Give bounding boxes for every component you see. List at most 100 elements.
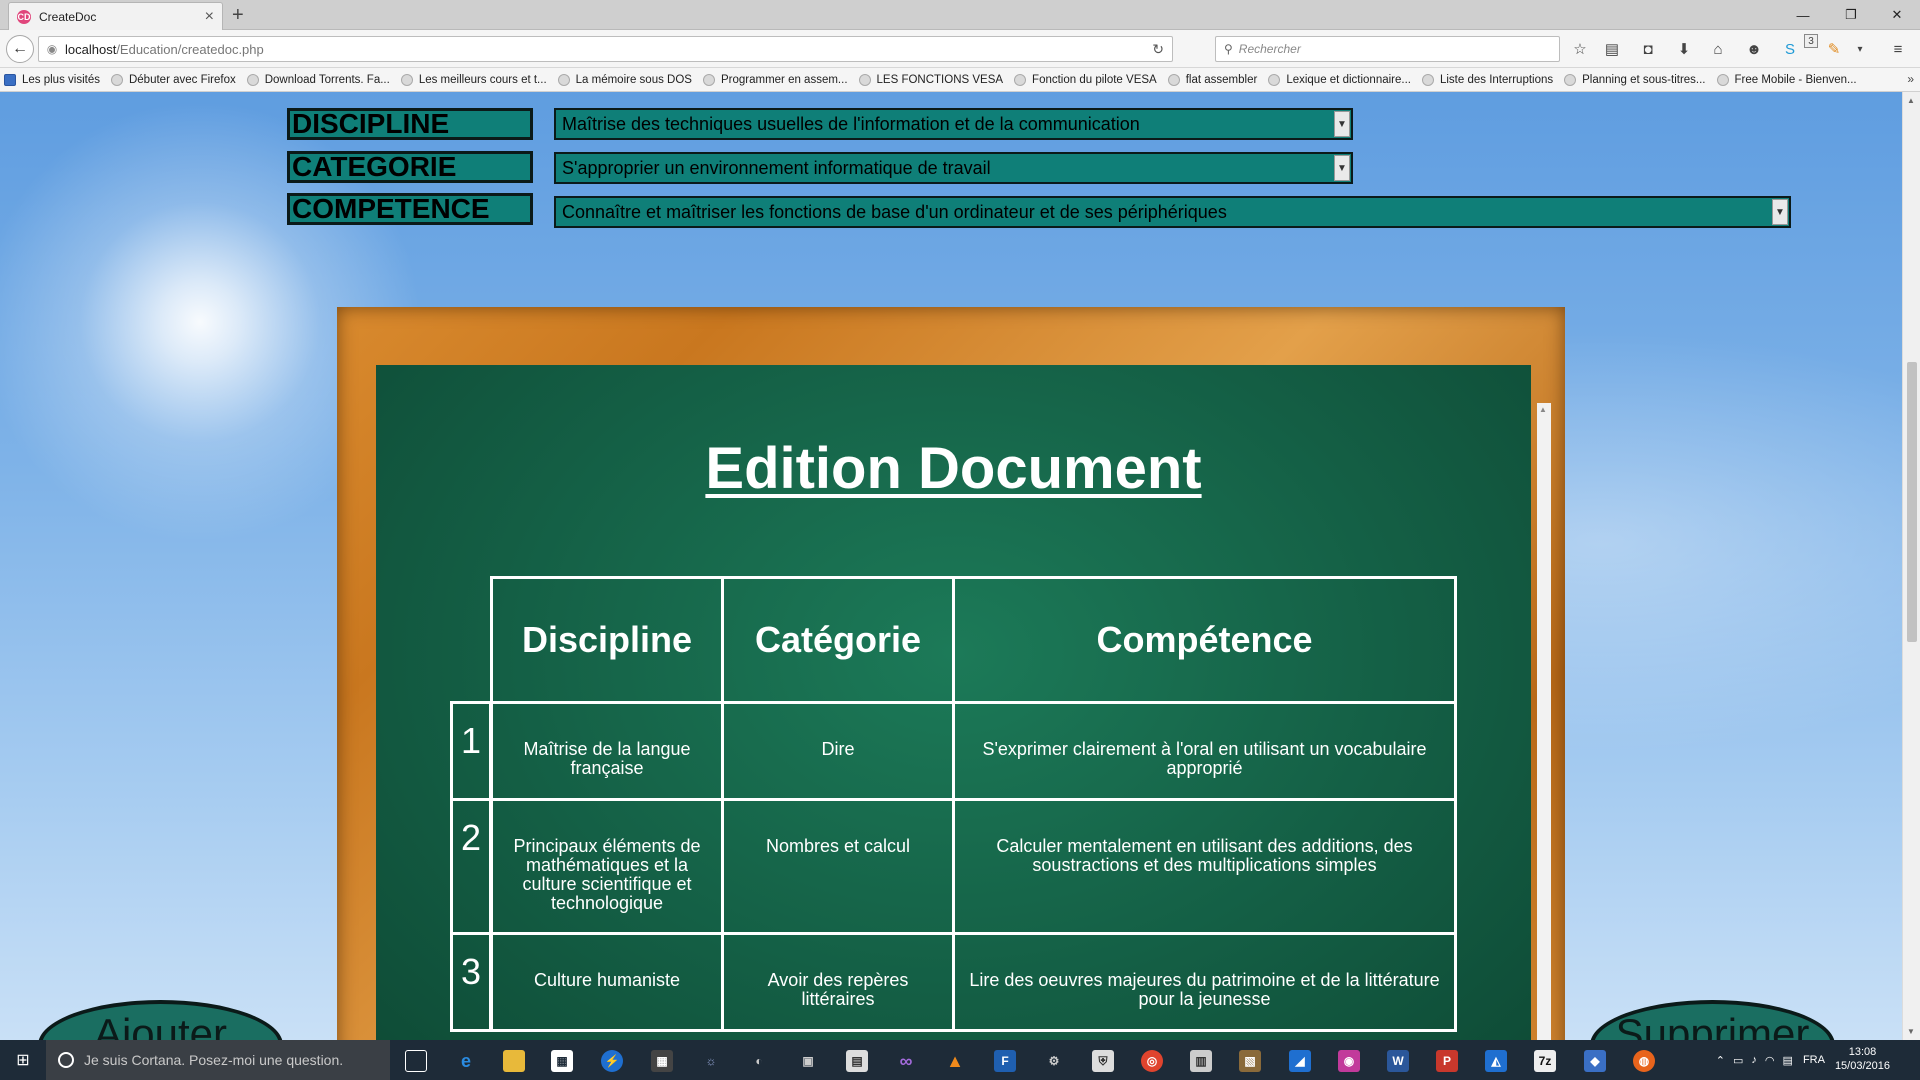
back-button[interactable]: ← — [6, 35, 34, 63]
bookmark-item[interactable]: La mémoire sous DOS — [557, 73, 692, 86]
minimize-window-button[interactable]: — — [1780, 0, 1826, 30]
show-hidden-icons-icon[interactable]: ⌃ — [1716, 1054, 1725, 1067]
bookmark-label: La mémoire sous DOS — [575, 73, 692, 86]
action-center-icon[interactable]: ▤ — [1783, 1054, 1793, 1067]
firefox-icon[interactable]: ◍ — [1633, 1050, 1655, 1072]
categorie-select[interactable]: S'approprier un environnement informatiq… — [554, 152, 1353, 184]
bookmark-item[interactable]: LES FONCTIONS VESA — [858, 73, 1004, 86]
app-icon[interactable]: ⚙ — [1043, 1050, 1065, 1072]
scroll-down-icon[interactable]: ▼ — [1907, 1027, 1915, 1036]
bookmark-item[interactable]: flat assembler — [1167, 73, 1257, 86]
bookmark-item[interactable]: Download Torrents. Fa... — [246, 73, 390, 86]
globe-icon — [1014, 73, 1027, 86]
page-scrollbar[interactable]: ▲ ▼ — [1902, 92, 1920, 1040]
chrome-icon[interactable]: ◎ — [1141, 1050, 1163, 1072]
search-icon: ⚲ — [1224, 42, 1233, 56]
app-icon[interactable]: ◆ — [1584, 1050, 1606, 1072]
navigation-bar: ← ◉ localhost/Education/createdoc.php ↻ … — [0, 30, 1920, 68]
bookmark-label: Débuter avec Firefox — [128, 73, 236, 86]
language-indicator[interactable]: FRA — [1803, 1054, 1825, 1066]
app-icon[interactable]: ⛨ — [1092, 1050, 1114, 1072]
visual-studio-icon[interactable]: ∞ — [895, 1050, 917, 1072]
extension-icon[interactable]: ✎ — [1824, 39, 1844, 59]
app-icon[interactable]: P — [1436, 1050, 1458, 1072]
bookmark-item[interactable]: Programmer en assem... — [702, 73, 848, 86]
7zip-icon[interactable]: 7z — [1534, 1050, 1556, 1072]
store-icon[interactable]: ▦ — [551, 1050, 573, 1072]
discipline-label: DISCIPLINE — [287, 108, 533, 140]
app-icon[interactable]: ⚡ — [601, 1050, 623, 1072]
reading-list-icon[interactable]: ▤ — [1602, 39, 1622, 59]
pocket-icon[interactable]: ◘ — [1638, 39, 1658, 59]
windows-taskbar: ⊞ Je suis Cortana. Posez-moi une questio… — [0, 1040, 1920, 1080]
bookmark-item[interactable]: Débuter avec Firefox — [110, 73, 236, 86]
app-icon[interactable]: ☼ — [700, 1050, 722, 1072]
bookmark-label: LES FONCTIONS VESA — [876, 73, 1004, 86]
app-icon[interactable]: ▥ — [1190, 1050, 1212, 1072]
bookmark-item[interactable]: Planning et sous-titres... — [1564, 73, 1706, 86]
globe-icon — [400, 73, 413, 86]
search-input[interactable]: ⚲ Rechercher — [1215, 36, 1560, 62]
address-bar[interactable]: ◉ localhost/Education/createdoc.php ↻ — [38, 36, 1173, 62]
tab-createdoc[interactable]: CD CreateDoc × — [8, 2, 223, 30]
app-icon[interactable]: ◭ — [1485, 1050, 1507, 1072]
app-icon[interactable]: ▣ — [797, 1050, 819, 1072]
vlc-icon[interactable]: ▲ — [944, 1050, 966, 1072]
chevron-down-icon[interactable]: ▾ — [1850, 39, 1870, 59]
bookmark-item[interactable]: Free Mobile - Bienven... — [1716, 73, 1857, 86]
restore-window-button[interactable]: ❐ — [1828, 0, 1874, 30]
bookmark-star-icon[interactable]: ☆ — [1570, 39, 1590, 59]
chevron-down-icon[interactable]: ▼ — [1772, 199, 1788, 225]
bookmark-item[interactable]: Fonction du pilote VESA — [1014, 73, 1157, 86]
network-icon[interactable]: ◠ — [1765, 1054, 1775, 1067]
bookmark-item[interactable]: Lexique et dictionnaire... — [1268, 73, 1411, 86]
discipline-select[interactable]: Maîtrise des techniques usuelles de l'in… — [554, 108, 1353, 140]
chat-icon[interactable]: ☻ — [1744, 39, 1764, 59]
table-cell-categorie: Avoir des repères littéraires — [721, 932, 955, 1032]
bookmark-item[interactable]: Les plus visités — [4, 73, 100, 86]
windows-start-icon[interactable]: ⊞ — [0, 1040, 46, 1080]
word-icon[interactable]: W — [1387, 1050, 1409, 1072]
calculator-icon[interactable]: ▦ — [651, 1050, 673, 1072]
competence-label: COMPETENCE — [287, 193, 533, 225]
close-tab-icon[interactable]: × — [205, 8, 214, 26]
scroll-up-icon[interactable]: ▲ — [1907, 96, 1915, 105]
app-icon[interactable]: ◢ — [1289, 1050, 1311, 1072]
taskbar-clock[interactable]: 13:08 15/03/2016 — [1835, 1046, 1890, 1074]
reload-icon[interactable]: ↻ — [1152, 41, 1164, 58]
url-path: /Education/createdoc.php — [116, 41, 264, 57]
app-icon[interactable]: ▧ — [1239, 1050, 1261, 1072]
download-icon[interactable]: ⬇ — [1674, 39, 1694, 59]
app-icon[interactable]: ◐ — [748, 1050, 770, 1072]
bookmark-item[interactable]: Les meilleurs cours et t... — [400, 73, 547, 86]
competence-select[interactable]: Connaître et maîtriser les fonctions de … — [554, 196, 1791, 228]
globe-icon — [1167, 73, 1180, 86]
chevron-down-icon[interactable]: ▼ — [1334, 155, 1350, 181]
bookmark-item[interactable]: Liste des Interruptions — [1421, 73, 1553, 86]
menu-icon[interactable]: ≡ — [1888, 39, 1908, 59]
scrollbar-thumb[interactable] — [1907, 362, 1917, 642]
more-bookmarks-icon[interactable]: » — [1907, 72, 1914, 86]
app-icon[interactable]: ▤ — [846, 1050, 868, 1072]
chalkboard-scrollbar[interactable]: ▲ — [1537, 403, 1551, 1053]
scroll-up-icon[interactable]: ▲ — [1539, 405, 1547, 414]
volume-icon[interactable]: ♪ — [1751, 1054, 1757, 1066]
home-icon[interactable]: ⌂ — [1708, 39, 1728, 59]
skype-icon[interactable]: S — [1780, 39, 1800, 59]
site-info-icon[interactable]: ◉ — [39, 42, 65, 56]
battery-icon[interactable]: ▭ — [1733, 1054, 1743, 1067]
chevron-down-icon[interactable]: ▼ — [1334, 111, 1350, 137]
app-icon[interactable]: F — [994, 1050, 1016, 1072]
table-cell-categorie: Dire — [721, 701, 955, 801]
cortana-icon — [58, 1052, 74, 1068]
table-cell-competence: Lire des oeuvres majeures du patrimoine … — [952, 932, 1457, 1032]
cortana-search-box[interactable]: Je suis Cortana. Posez-moi une question. — [46, 1040, 390, 1080]
task-view-icon[interactable] — [405, 1050, 427, 1072]
file-explorer-icon[interactable] — [503, 1050, 525, 1072]
app-icon[interactable]: ◉ — [1338, 1050, 1360, 1072]
bookmark-label: Les plus visités — [22, 73, 100, 86]
close-window-button[interactable]: ✕ — [1874, 0, 1920, 30]
new-tab-button[interactable]: + — [232, 4, 244, 27]
table-cell-discipline: Maîtrise de la langue française — [490, 701, 724, 801]
edge-icon[interactable]: e — [455, 1050, 477, 1072]
